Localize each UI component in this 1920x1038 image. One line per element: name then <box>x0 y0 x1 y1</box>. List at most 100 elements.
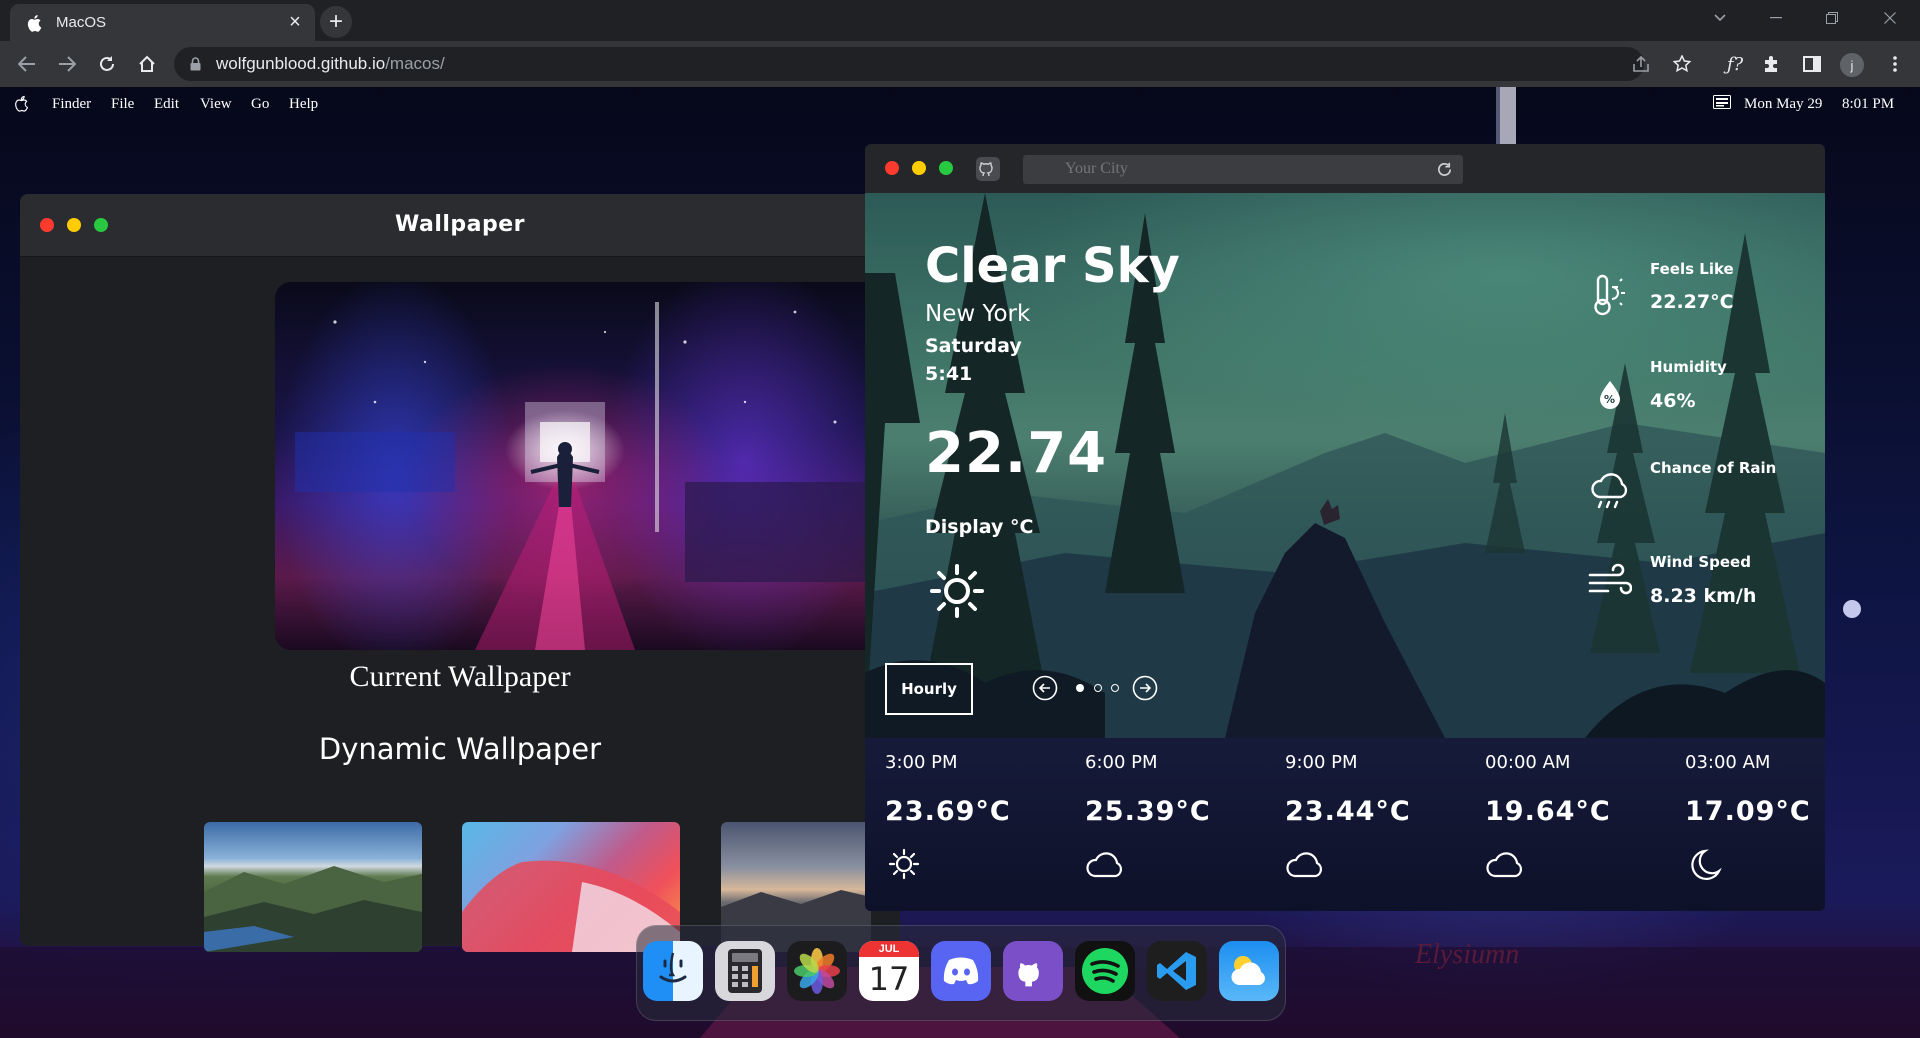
forecast-temp: 25.39°C <box>1085 796 1211 827</box>
function-extension-icon[interactable]: ƒ? <box>1720 49 1750 79</box>
forecast-time: 9:00 PM <box>1285 752 1358 773</box>
profile-avatar[interactable]: j <box>1840 53 1864 77</box>
weather-window-titlebar <box>865 144 1825 193</box>
forecast-temp: 23.44°C <box>1285 796 1411 827</box>
tab-title: MacOS <box>56 14 107 31</box>
more-menu-icon[interactable] <box>1880 49 1910 79</box>
calculator-icon[interactable] <box>715 941 775 1001</box>
apple-icon <box>24 13 44 33</box>
forecast-time: 03:00 AM <box>1685 752 1771 773</box>
rain-chance-label: Chance of Rain <box>1650 459 1777 477</box>
github-icon[interactable] <box>975 156 1001 187</box>
forecast-temp: 17.09°C <box>1685 796 1811 827</box>
weather-minimize-button[interactable] <box>912 161 926 175</box>
calendar-icon[interactable]: JUL 17 <box>859 941 919 1001</box>
macos-desktop: Elysiumn Finder File Edit View Go Help M… <box>0 87 1920 1038</box>
prev-arrow-icon[interactable] <box>1032 675 1058 706</box>
cloud-icon <box>1485 848 1523 880</box>
forward-icon[interactable] <box>52 49 82 79</box>
menubar-time: 8:01 PM <box>1842 96 1895 112</box>
page-dot-active[interactable] <box>1076 684 1084 692</box>
tab-search-icon[interactable] <box>1692 0 1748 36</box>
current-temperature: 22.74 <box>925 421 1108 486</box>
weather-maximize-button[interactable] <box>939 161 953 175</box>
weather-close-button[interactable] <box>885 161 899 175</box>
menu-help[interactable]: Help <box>289 96 318 113</box>
forecast-time: 00:00 AM <box>1485 752 1571 773</box>
feels-like-value: 22.27°C <box>1650 291 1734 313</box>
extensions-puzzle-icon[interactable] <box>1756 49 1786 79</box>
svg-text:%: % <box>1604 393 1615 406</box>
weather-app-icon[interactable] <box>1219 941 1279 1001</box>
menubar-date: Mon May 29 <box>1744 96 1823 112</box>
menu-file[interactable]: File <box>111 96 134 113</box>
wind-icon <box>1588 563 1633 604</box>
macos-menubar: Finder File Edit View Go Help Mon May 29… <box>0 87 1920 123</box>
calendar-day: 17 <box>868 960 910 998</box>
lock-icon <box>190 57 204 71</box>
dock: JUL 17 <box>636 925 1286 1021</box>
refresh-icon[interactable] <box>1436 161 1453 183</box>
spotify-icon[interactable] <box>1075 941 1135 1001</box>
sun-icon <box>929 563 985 624</box>
forecast-temp: 23.69°C <box>885 796 1011 827</box>
display-unit-toggle[interactable]: Display °C <box>925 516 1033 538</box>
browser-tab-strip: MacOS × + <box>0 0 1920 41</box>
minimize-window-icon[interactable] <box>1748 0 1804 36</box>
share-icon[interactable] <box>1626 49 1656 79</box>
moon-icon <box>1685 848 1723 881</box>
humidity-drop-icon: % <box>1598 379 1622 414</box>
city-search-field[interactable] <box>1023 155 1463 184</box>
weather-day: Saturday <box>925 335 1022 357</box>
forecast-time: 3:00 PM <box>885 752 958 773</box>
browser-toolbar: wolfgunblood.github.io/macos/ ƒ? j <box>0 41 1920 87</box>
weather-background-scene: Clear Sky New York Saturday 5:41 22.74 D… <box>865 193 1825 738</box>
restore-window-icon[interactable] <box>1804 0 1860 36</box>
new-tab-button[interactable]: + <box>320 6 352 38</box>
side-panel-icon[interactable] <box>1797 49 1827 79</box>
finder-icon[interactable] <box>643 941 703 1001</box>
menu-go[interactable]: Go <box>251 96 269 113</box>
menu-view[interactable]: View <box>200 96 232 113</box>
calendar-month: JUL <box>859 941 919 957</box>
control-center-icon[interactable] <box>1713 95 1731 114</box>
home-icon[interactable] <box>132 49 162 79</box>
wallpaper-window-title: Wallpaper <box>394 212 526 237</box>
menu-finder[interactable]: Finder <box>52 96 91 113</box>
hourly-button[interactable]: Hourly <box>885 663 973 715</box>
close-window-icon[interactable] <box>1862 0 1918 36</box>
current-wallpaper-image[interactable] <box>275 282 895 650</box>
weather-condition: Clear Sky <box>925 238 1180 294</box>
current-wallpaper-label: Current Wallpaper <box>349 660 571 693</box>
wallpaper-window-titlebar: Wallpaper <box>20 194 900 257</box>
bookmark-star-icon[interactable] <box>1667 49 1697 79</box>
page-dot[interactable] <box>1111 684 1119 692</box>
url-host: wolfgunblood.github.io <box>216 54 386 73</box>
vscode-icon[interactable] <box>1147 941 1207 1001</box>
back-icon[interactable] <box>12 49 42 79</box>
weather-clock: 5:41 <box>925 363 973 385</box>
url-path: /macos/ <box>385 54 445 73</box>
weather-city: New York <box>925 301 1031 327</box>
svg-text:Elysiumn: Elysiumn <box>1414 939 1519 970</box>
city-search-input[interactable] <box>1063 159 1407 179</box>
dynamic-wallpaper-thumb-bigsur-coast[interactable] <box>204 822 422 952</box>
reload-icon[interactable] <box>92 49 122 79</box>
next-arrow-icon[interactable] <box>1132 675 1158 706</box>
github-app-icon[interactable] <box>1003 941 1063 1001</box>
weather-app-window: Clear Sky New York Saturday 5:41 22.74 D… <box>865 144 1825 911</box>
apple-menu-icon[interactable] <box>14 95 28 117</box>
photos-icon[interactable] <box>787 941 847 1001</box>
menu-edit[interactable]: Edit <box>154 96 179 113</box>
thermometer-icon <box>1590 273 1630 322</box>
close-tab-icon[interactable]: × <box>281 9 309 37</box>
cloud-icon <box>1285 848 1323 880</box>
address-bar[interactable]: wolfgunblood.github.io/macos/ <box>174 47 1644 81</box>
rain-cloud-icon <box>1588 471 1632 516</box>
wind-speed-label: Wind Speed <box>1650 553 1751 571</box>
cloud-icon <box>1085 848 1123 880</box>
browser-tab[interactable]: MacOS × <box>10 4 315 41</box>
page-dot[interactable] <box>1094 684 1102 692</box>
forecast-temp: 19.64°C <box>1485 796 1611 827</box>
discord-icon[interactable] <box>931 941 991 1001</box>
